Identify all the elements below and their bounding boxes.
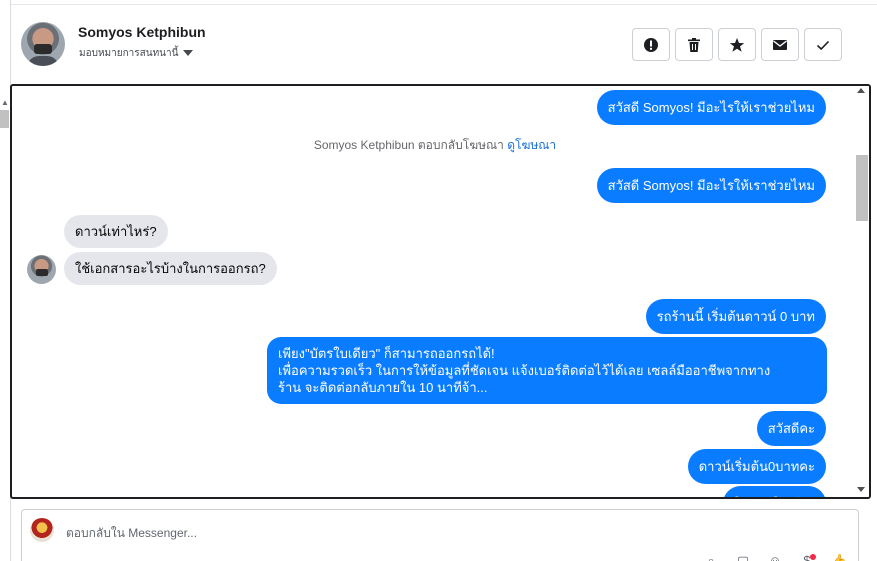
thumbs-up-icon[interactable]: 👍	[830, 554, 848, 561]
scroll-thumb[interactable]	[0, 110, 9, 128]
scroll-up-icon[interactable]	[857, 88, 865, 93]
star-icon	[729, 37, 745, 52]
action-toolbar	[632, 28, 842, 61]
message-outgoing-long[interactable]: เพียง"บัตรใบเดียว" ก็สามารถออกรถได้! เพื…	[267, 337, 827, 404]
page-avatar	[30, 518, 54, 542]
mail-icon	[773, 39, 787, 50]
message-outgoing[interactable]: สวัสดีคะ	[756, 411, 826, 446]
contact-avatar[interactable]	[27, 255, 56, 284]
message-outgoing[interactable]: ดาวน์เริ่มต้น0บาทคะ	[687, 449, 826, 484]
message-outgoing[interactable]: ใช้บัตรใบเดียว	[722, 486, 826, 497]
notification-dot	[810, 554, 816, 560]
message-line: ร้าน จะติดต่อกลับภายใน 10 นาทีจ้า...	[278, 380, 488, 395]
message-outgoing[interactable]: สวัสดี Somyos! มีอะไรให้เราช่วยไหม	[596, 90, 826, 125]
avatar-shirt	[27, 56, 59, 66]
message-incoming[interactable]: ดาวน์เท่าไหร่?	[64, 215, 168, 248]
thread-scrollbar[interactable]	[854, 86, 869, 497]
assign-label: มอบหมายการสนทนานี้	[79, 48, 179, 59]
avatar-mask	[36, 269, 48, 276]
money-icon[interactable]: $	[798, 554, 816, 561]
trash-icon	[688, 37, 700, 52]
check-icon	[816, 40, 830, 50]
avatar[interactable]	[21, 22, 65, 66]
mark-done-button[interactable]	[804, 28, 842, 61]
message-outgoing[interactable]: รถร้านนี้ เริ่มต้นดาวน์ 0 บาท	[645, 299, 826, 334]
chevron-down-icon	[183, 50, 194, 57]
composer-tools: ⌕ ▢ ☺ $ 👍	[702, 554, 848, 561]
messenger-inbox-panel: ▲ Somyos Ketphibun มอบหมายการสนทนานี้ สว…	[0, 0, 877, 561]
reply-composer[interactable]: ตอบกลับใน Messenger... ⌕ ▢ ☺ $ 👍	[21, 509, 859, 561]
ad-reply-text: Somyos Ketphibun ตอบกลับโฆษณา	[313, 138, 504, 152]
assign-dropdown[interactable]: มอบหมายการสนทนานี้	[79, 46, 194, 61]
scroll-up-icon[interactable]: ▲	[1, 98, 9, 107]
sticker-icon[interactable]: ▢	[734, 554, 752, 561]
mark-spam-button[interactable]	[632, 28, 670, 61]
avatar-mask	[34, 44, 52, 54]
scroll-down-icon[interactable]	[857, 487, 865, 492]
view-ad-link[interactable]: ดูโฆษณา	[507, 138, 556, 152]
message-incoming[interactable]: ใช้เอกสารอะไรบ้างในการออกรถ?	[64, 252, 277, 285]
ad-reply-note: Somyos Ketphibun ตอบกลับโฆษณา ดูโฆษณา	[12, 136, 858, 155]
emoji-icon[interactable]: ☺	[766, 554, 784, 561]
attach-icon[interactable]: ⌕	[702, 554, 720, 561]
delete-button[interactable]	[675, 28, 713, 61]
message-line: เพื่อความรวดเร็ว ในการให้ข้อมูลที่ชัดเจน…	[278, 363, 771, 378]
message-outgoing[interactable]: สวัสดี Somyos! มีอะไรให้เราช่วยไหม	[596, 168, 826, 203]
star-button[interactable]	[718, 28, 756, 61]
conversation-header: Somyos Ketphibun มอบหมายการสนทนานี้	[11, 5, 877, 85]
reply-input[interactable]: ตอบกลับใน Messenger...	[66, 524, 197, 543]
mark-unread-button[interactable]	[761, 28, 799, 61]
contact-name[interactable]: Somyos Ketphibun	[78, 24, 206, 40]
message-line: เพียง"บัตรใบเดียว" ก็สามารถออกรถได้!	[278, 346, 495, 361]
message-thread[interactable]: สวัสดี Somyos! มีอะไรให้เราช่วยไหม Somyo…	[10, 84, 871, 499]
scroll-thumb[interactable]	[856, 155, 868, 221]
alert-icon	[644, 37, 658, 52]
